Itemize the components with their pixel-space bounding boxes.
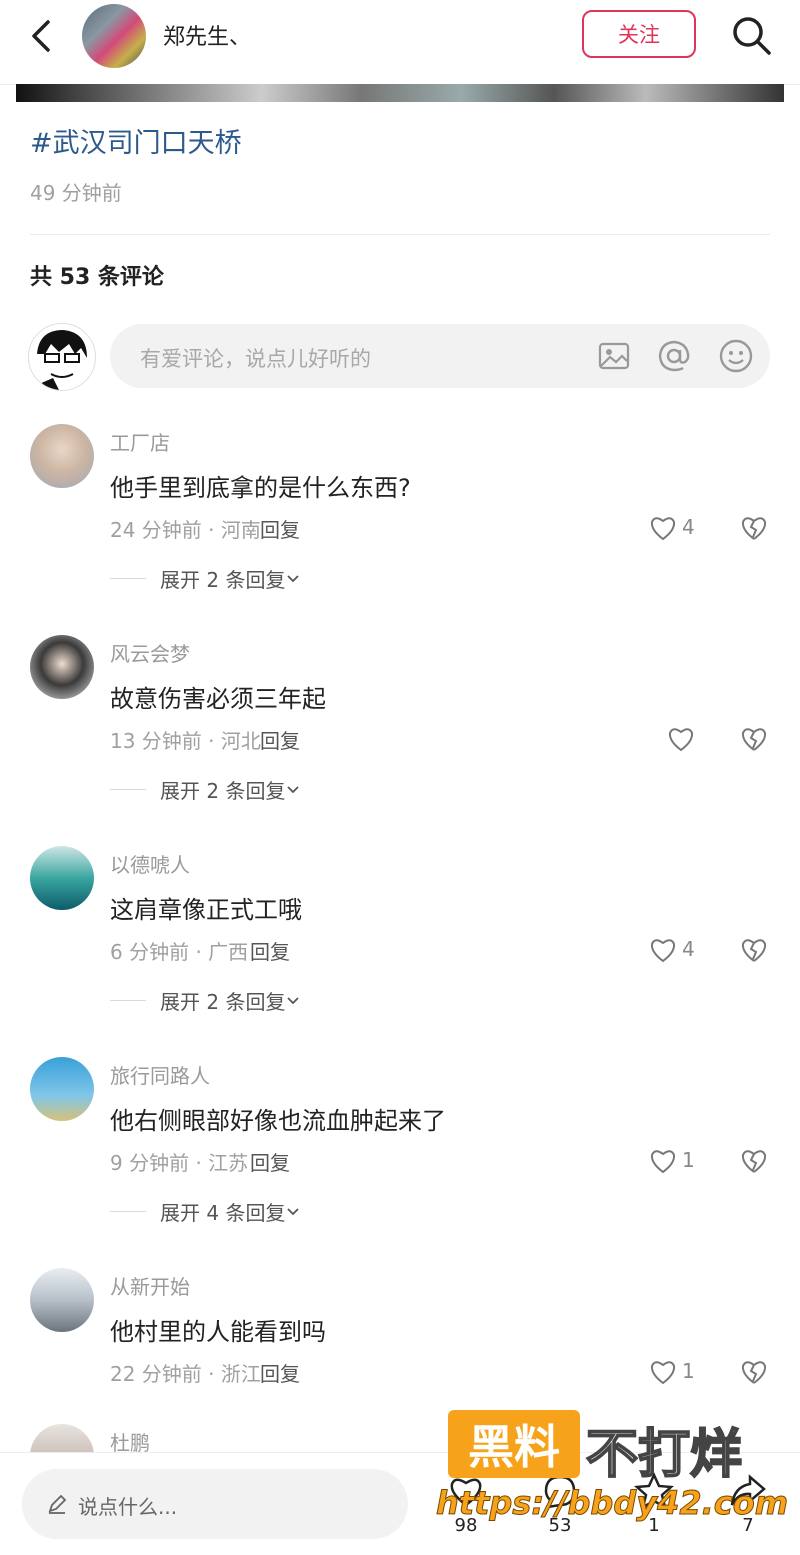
commenter-avatar[interactable]	[30, 1268, 94, 1332]
search-icon[interactable]	[730, 14, 772, 56]
post-image-bottom-edge	[16, 84, 784, 102]
divider	[30, 234, 770, 235]
broken-heart-icon[interactable]	[739, 1356, 769, 1386]
comment-like-button[interactable]: 1	[648, 1356, 695, 1386]
commenter-name[interactable]: 旅行同路人	[110, 1060, 210, 1089]
expand-replies[interactable]: 展开 2 条回复	[110, 775, 301, 804]
emoji-icon[interactable]	[718, 338, 754, 374]
commenter-name[interactable]: 风云会梦	[110, 638, 190, 667]
expand-line	[110, 578, 146, 579]
comment-input-placeholder: 有爱评论，说点儿好听的	[140, 347, 371, 371]
broken-heart-icon[interactable]	[739, 934, 769, 964]
reply-button[interactable]: 回复	[260, 725, 300, 754]
heart-icon	[650, 1361, 676, 1385]
commenter-avatar[interactable]	[30, 846, 94, 910]
manga-portrait-icon	[29, 324, 95, 390]
expand-replies-label: 展开 2 条回复	[160, 779, 286, 803]
expand-line	[110, 1000, 146, 1001]
reply-button[interactable]: 回复	[250, 1147, 290, 1176]
watermark-url: https://bbdy42.com	[435, 1484, 789, 1523]
comment-text: 他手里到底拿的是什么东西?	[110, 474, 411, 502]
pencil-icon	[48, 1494, 67, 1514]
post-time: 49 分钟前	[30, 181, 122, 205]
expand-replies[interactable]: 展开 2 条回复	[110, 564, 301, 593]
comment-text: 这肩章像正式工哦	[110, 896, 302, 924]
comment-like-button[interactable]: 1	[648, 1145, 695, 1175]
comment-meta: 9 分钟前 · 江苏	[110, 1151, 249, 1175]
comment-like-button[interactable]: 4	[648, 934, 695, 964]
commenter-name[interactable]: 工厂店	[110, 427, 170, 456]
expand-line	[110, 789, 146, 790]
heart-icon	[650, 939, 676, 963]
mention-icon[interactable]	[656, 338, 692, 374]
watermark-brand-text: 不打烊	[585, 1424, 743, 1486]
comment-like-count: 4	[682, 937, 695, 961]
comment-like-button[interactable]: 4	[648, 512, 695, 542]
heart-icon	[668, 728, 694, 752]
comment-text: 他村里的人能看到吗	[110, 1318, 326, 1346]
comment-meta: 24 分钟前 · 河南	[110, 518, 261, 542]
commenter-name[interactable]: 以德唬人	[110, 849, 190, 878]
commenter-avatar[interactable]	[30, 1057, 94, 1121]
commenter-avatar[interactable]	[30, 424, 94, 488]
author-name[interactable]: 郑先生、	[163, 19, 251, 51]
comment-like-count: 1	[682, 1359, 695, 1383]
comment-count: 共 53 条评论	[30, 265, 164, 290]
commenter-name[interactable]: 从新开始	[110, 1271, 190, 1300]
reply-button[interactable]: 回复	[260, 514, 300, 543]
comment-like-button[interactable]	[666, 723, 696, 753]
follow-button[interactable]: 关注	[582, 10, 696, 58]
say-something-input[interactable]: 说点什么...	[22, 1469, 408, 1539]
expand-replies-label: 展开 4 条回复	[160, 1201, 286, 1225]
chevron-down-icon	[287, 785, 300, 793]
top-bar: 郑先生、 关注	[0, 0, 800, 85]
comment-like-count: 4	[682, 515, 695, 539]
chevron-down-icon	[287, 996, 300, 1004]
broken-heart-icon[interactable]	[739, 1145, 769, 1175]
comment-text: 他右侧眼部好像也流血肿起来了	[110, 1107, 446, 1135]
author-avatar[interactable]	[82, 4, 146, 68]
comment-input[interactable]: 有爱评论，说点儿好听的	[110, 324, 770, 388]
reply-button[interactable]: 回复	[250, 936, 290, 965]
comment-text: 故意伤害必须三年起	[110, 685, 326, 713]
expand-replies[interactable]: 展开 2 条回复	[110, 986, 301, 1015]
expand-line	[110, 1211, 146, 1212]
reply-button[interactable]: 回复	[260, 1358, 300, 1387]
chevron-down-icon	[287, 1207, 300, 1215]
heart-icon	[650, 517, 676, 541]
broken-heart-icon[interactable]	[739, 512, 769, 542]
comment-like-count: 1	[682, 1148, 695, 1172]
image-icon[interactable]	[596, 338, 632, 374]
watermark-brand-box: 黑料	[448, 1410, 580, 1478]
expand-replies-label: 展开 2 条回复	[160, 568, 286, 592]
expand-replies-label: 展开 2 条回复	[160, 990, 286, 1014]
my-avatar[interactable]	[28, 323, 96, 391]
post-hashtag[interactable]: #武汉司门口天桥	[30, 121, 242, 160]
comment-meta: 22 分钟前 · 浙江	[110, 1362, 261, 1386]
say-something-placeholder: 说点什么...	[78, 1495, 178, 1519]
broken-heart-icon[interactable]	[739, 723, 769, 753]
heart-icon	[650, 1150, 676, 1174]
chevron-down-icon	[287, 574, 300, 582]
back-arrow-icon[interactable]	[26, 18, 58, 54]
expand-replies[interactable]: 展开 4 条回复	[110, 1197, 301, 1226]
commenter-avatar[interactable]	[30, 635, 94, 699]
comment-meta: 13 分钟前 · 河北	[110, 729, 261, 753]
comment-meta: 6 分钟前 · 广西	[110, 940, 249, 964]
